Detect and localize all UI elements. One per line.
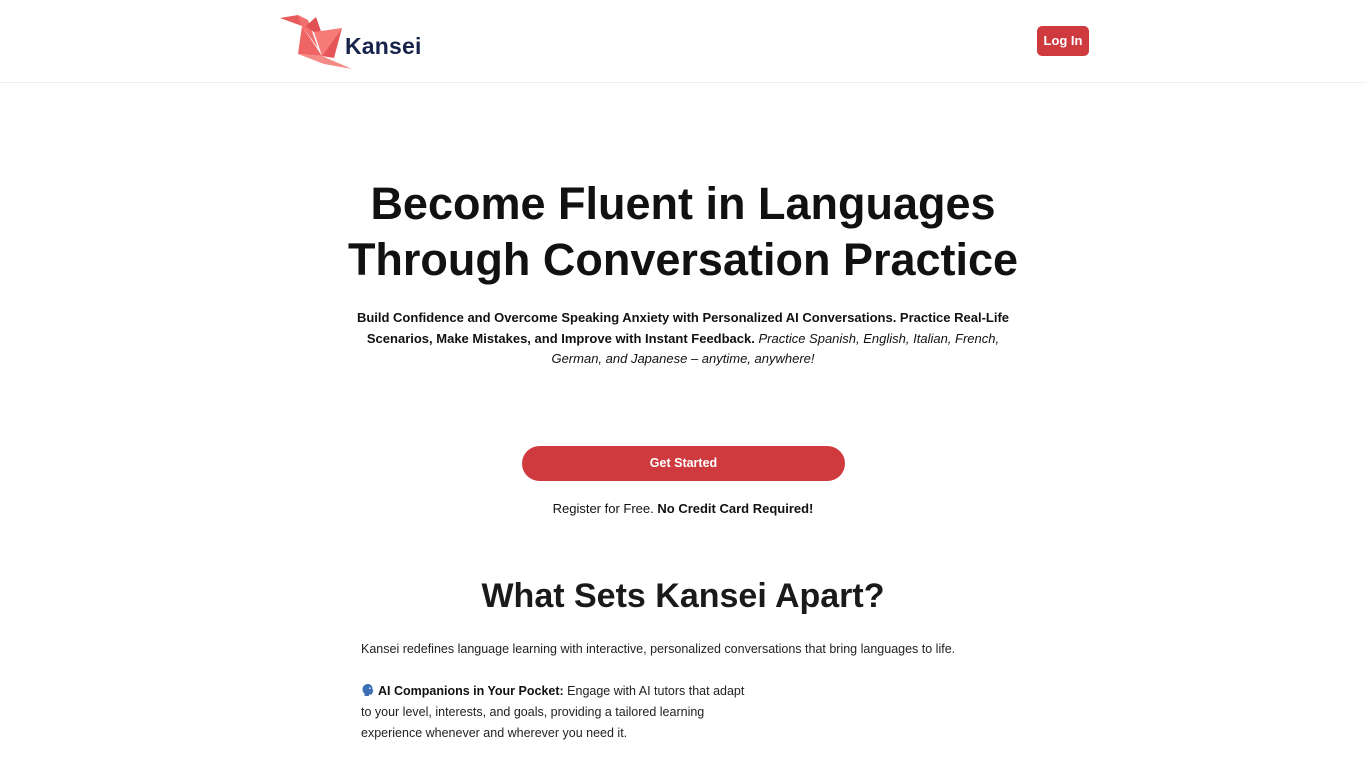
get-started-button[interactable]: Get Started [522, 446, 845, 481]
section-intro: Kansei redefines language learning with … [361, 642, 956, 656]
login-button[interactable]: Log In [1037, 26, 1089, 56]
no-credit-card-text: No Credit Card Required! [657, 501, 814, 516]
hero-title-line-2: Through Conversation Practice [347, 234, 1019, 285]
site-header: Kansei Log In [0, 0, 1366, 83]
feature-item: AI Companions in Your Pocket: Engage wit… [361, 681, 753, 744]
feature-title: AI Companions in Your Pocket: [378, 684, 564, 698]
register-note: Register for Free. No Credit Card Requir… [383, 500, 983, 518]
section-title: What Sets Kansei Apart? [481, 577, 885, 615]
register-text: Register for Free. [552, 501, 654, 516]
speaking-head-icon [362, 684, 374, 696]
hero-title-line-1: Become Fluent in Languages [370, 178, 996, 229]
kansei-logo[interactable]: Kansei [278, 12, 428, 70]
hero-title: Become Fluent in Languages Through Conve… [283, 176, 1083, 288]
hero-subtitle: Build Confidence and Overcome Speaking A… [353, 308, 1013, 370]
logo-wordmark: Kansei [345, 33, 422, 59]
